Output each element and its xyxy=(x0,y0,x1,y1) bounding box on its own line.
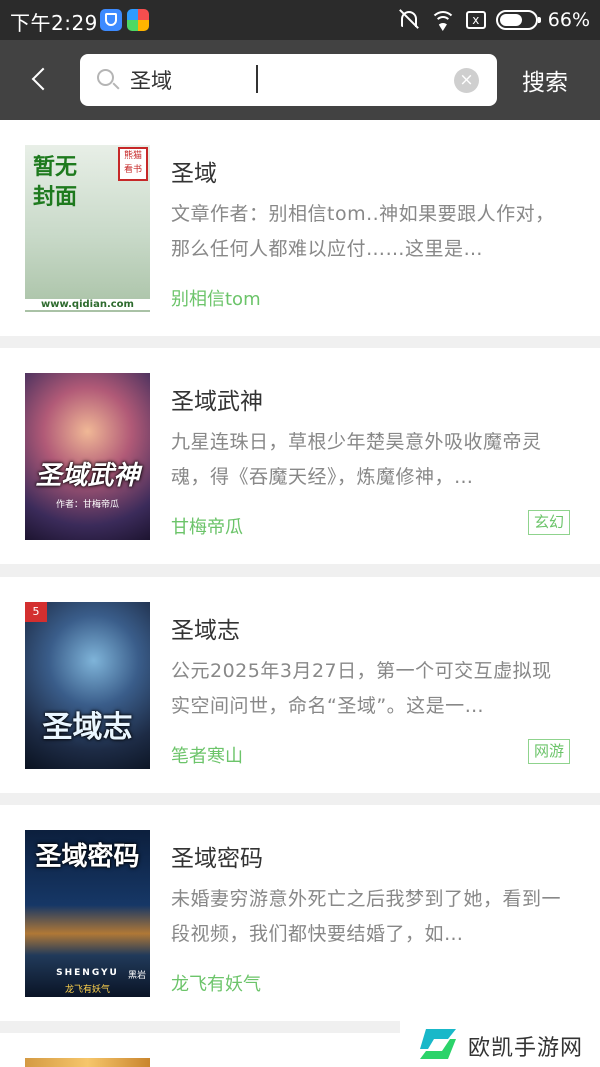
genre-tag: 玄幻 xyxy=(527,510,570,535)
book-title: 圣域密码 xyxy=(171,846,263,872)
book-title: 圣域武神 xyxy=(171,389,263,415)
watermark: 欧凯手游网 xyxy=(400,1021,600,1067)
search-box[interactable]: × xyxy=(80,54,497,106)
text-cursor xyxy=(256,65,258,93)
cover-title: 暂无封面 xyxy=(33,155,78,210)
cover-title: 圣域志 xyxy=(42,710,133,745)
book-title: 圣域志 xyxy=(171,618,240,644)
status-bar: 下午2:29 x 66% xyxy=(0,0,600,40)
status-indicators: x 66% xyxy=(398,7,590,33)
back-button[interactable] xyxy=(28,66,50,94)
cover-badge: 熊猫看书 xyxy=(118,147,148,181)
book-result-item[interactable]: 5 圣域志 圣域志 公元2025年3月27日，第一个可交互虚拟现实空间问世，命名… xyxy=(0,577,600,793)
book-cover: 圣域武神 作者：甘梅帝瓜 xyxy=(25,373,150,540)
cover-title: 圣域密码 xyxy=(35,842,140,872)
no-sim-icon: x xyxy=(465,11,486,29)
battery-percent: 66% xyxy=(547,9,590,31)
book-description: 九星连珠日，草根少年楚昊意外吸收魔帝灵魂，得《吞魔天经》，炼魔修神，… xyxy=(171,431,542,488)
book-author[interactable]: 龙飞有妖气 xyxy=(171,970,261,996)
book-result-item[interactable]: 圣域武神 作者：甘梅帝瓜 圣域武神 九星连珠日，草根少年楚昊意外吸收魔帝灵魂，得… xyxy=(0,348,600,564)
site-logo-icon xyxy=(420,1029,456,1059)
book-description: 文章作者：别相信tom..神如果要跟人作对，那么任何人都难以应付……这里是… xyxy=(171,203,555,260)
book-description: 未婚妻穷游意外死亡之后我梦到了她，看到一段视频，我们都快要结婚了，如… xyxy=(171,888,562,945)
status-time: 下午2:29 xyxy=(10,11,98,35)
clear-icon[interactable]: × xyxy=(454,68,479,93)
cover-title: 圣域武神 xyxy=(35,461,140,491)
book-cover xyxy=(25,1058,150,1067)
book-result-item[interactable]: 暂无封面 熊猫看书 www.qidian.com 圣域 文章作者：别相信tom.… xyxy=(0,120,600,336)
book-author[interactable]: 甘梅帝瓜 xyxy=(171,513,243,539)
mute-icon xyxy=(398,9,420,31)
cover-badge: 5 xyxy=(25,602,47,622)
search-icon xyxy=(97,69,114,86)
cover-footer: www.qidian.com xyxy=(25,299,150,310)
app-store-icon xyxy=(127,9,149,31)
cover-badge: 黑岩 xyxy=(127,971,146,981)
book-cover: 5 圣域志 xyxy=(25,602,150,769)
book-description: 公元2025年3月27日，第一个可交互虚拟现实空间问世，命名“圣域”。这是一… xyxy=(171,660,552,717)
book-title: 圣域 xyxy=(171,161,217,187)
search-button[interactable]: 搜索 xyxy=(522,63,568,97)
search-input[interactable] xyxy=(130,64,440,96)
cover-footer: 龙飞有妖气 xyxy=(64,985,110,995)
genre-tag: 网游 xyxy=(527,739,570,764)
book-cover: 暂无封面 熊猫看书 www.qidian.com xyxy=(25,145,150,312)
wifi-icon xyxy=(429,9,456,31)
battery-icon xyxy=(495,10,541,30)
book-cover: 圣域密码 SHENGYU 龙飞有妖气 黑岩 xyxy=(25,830,150,997)
cover-subtitle: 作者：甘梅帝瓜 xyxy=(55,500,119,510)
book-author[interactable]: 别相信tom xyxy=(171,285,261,311)
book-author[interactable]: 笔者寒山 xyxy=(171,742,243,768)
book-result-item[interactable]: 圣域密码 SHENGYU 龙飞有妖气 黑岩 圣域密码 未婚妻穷游意外死亡之后我梦… xyxy=(0,805,600,1021)
security-app-icon xyxy=(100,9,122,31)
watermark-text: 欧凯手游网 xyxy=(468,1036,584,1061)
search-header: × 搜索 xyxy=(0,40,600,120)
